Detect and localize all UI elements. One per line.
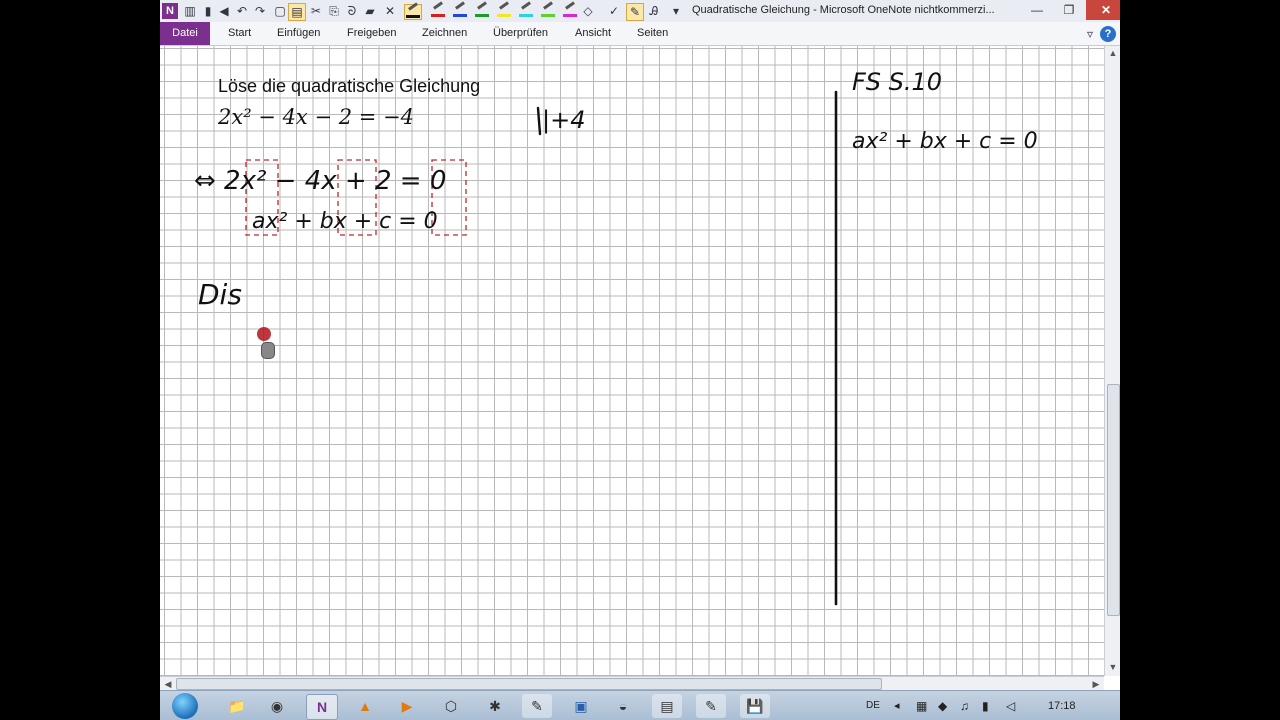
dock-icon[interactable]: ▮ bbox=[200, 3, 216, 19]
help-icon[interactable]: ? bbox=[1100, 26, 1116, 42]
eraser-icon[interactable]: ▰ bbox=[362, 3, 378, 19]
app-icon-1[interactable]: ⬡ bbox=[436, 694, 466, 718]
tab-datei[interactable]: Datei bbox=[160, 22, 210, 45]
onenote-taskbar-icon[interactable]: N bbox=[306, 694, 338, 720]
undo-icon[interactable]: ↶ bbox=[234, 3, 250, 19]
app-icon-5[interactable]: ◒ bbox=[608, 694, 638, 718]
vertical-scroll-thumb[interactable] bbox=[1107, 384, 1120, 616]
pen-cursor-icon bbox=[257, 327, 271, 341]
taskbar-clock[interactable]: 17:18 bbox=[1048, 691, 1076, 720]
quick-access-toolbar: N ▥ ▮ ◀ ↶ ↷ ▢ ▤ ✂ ⎘ ᘐ ▰ ✕ ◇ ✓ ✎ Ꭿ ▾ Quad… bbox=[160, 0, 1120, 23]
tray-speaker-icon[interactable]: ◁ bbox=[1006, 691, 1015, 720]
scroll-down-icon[interactable]: ▼ bbox=[1105, 660, 1120, 674]
cut-icon[interactable]: ✂ bbox=[308, 3, 324, 19]
tray-power-icon[interactable]: ▮ bbox=[982, 691, 989, 720]
note-page-canvas[interactable]: Löse die quadratische Gleichung 2x² − 4x… bbox=[160, 46, 1104, 676]
lasso-icon[interactable]: ᘐ bbox=[344, 3, 360, 19]
ink-vertical-bar bbox=[536, 106, 542, 136]
ink-discriminant-start: Dis bbox=[198, 278, 242, 311]
media-player-icon[interactable]: ▶ bbox=[392, 694, 422, 718]
app-icon-4[interactable]: ▣ bbox=[566, 694, 596, 718]
tab-freigeben[interactable]: Freigeben bbox=[347, 22, 397, 45]
close-button[interactable]: ✕ bbox=[1086, 0, 1120, 20]
tab-zeichnen[interactable]: Zeichnen bbox=[422, 22, 467, 45]
highlighter-green-icon[interactable] bbox=[540, 1, 556, 18]
ribbon-tabs: Datei Start Einfügen Freigeben Zeichnen … bbox=[160, 22, 1120, 46]
app-icon-3[interactable]: ✎ bbox=[522, 694, 552, 718]
vlc-icon[interactable]: ▲ bbox=[350, 694, 380, 718]
pen-eraser-icon bbox=[261, 342, 275, 359]
app-icon-6[interactable]: ▤ bbox=[652, 694, 682, 718]
tray-network-icon[interactable]: ▦ bbox=[916, 691, 927, 720]
highlighter-magenta-icon[interactable] bbox=[562, 1, 578, 18]
full-page-view-icon[interactable]: ▤ bbox=[288, 3, 306, 21]
ink-operation: |+4 bbox=[542, 106, 585, 134]
pen-blue-icon[interactable] bbox=[452, 1, 468, 18]
ink-tool-icon[interactable]: ✎ bbox=[626, 3, 644, 21]
tab-einfuegen[interactable]: Einfügen bbox=[277, 22, 320, 45]
redo-icon[interactable]: ↷ bbox=[252, 3, 268, 19]
minimize-button[interactable]: — bbox=[1022, 0, 1052, 20]
language-indicator[interactable]: DE bbox=[866, 691, 880, 720]
explorer-icon[interactable]: 📁 bbox=[222, 694, 252, 718]
horizontal-scroll-thumb[interactable] bbox=[176, 678, 882, 690]
ink-equation-line2: ax² + bx + c = 0 bbox=[252, 209, 438, 234]
ink-equation-line1: ⇔ 2x² − 4x + 2 = 0 bbox=[194, 166, 446, 196]
scroll-right-icon[interactable]: ▶ bbox=[1088, 677, 1104, 691]
app-icon-2[interactable]: ✱ bbox=[480, 694, 510, 718]
horizontal-scrollbar[interactable]: ◀ ▶ bbox=[160, 676, 1104, 691]
start-button-icon[interactable] bbox=[172, 693, 198, 719]
app-icon-7[interactable]: ✎ bbox=[696, 694, 726, 718]
firefox-icon[interactable]: ◉ bbox=[262, 694, 292, 718]
window-title: Quadratische Gleichung - Microsoft OneNo… bbox=[692, 4, 995, 16]
ink-reference: FS S.10 bbox=[852, 68, 942, 96]
tab-ueberpruefen[interactable]: Überprüfen bbox=[493, 22, 548, 45]
ink-layer[interactable]: |+4 ⇔ 2x² − 4x + 2 = 0 ax² + bx + c = 0 … bbox=[160, 46, 1104, 676]
pen-red-icon[interactable] bbox=[430, 1, 446, 18]
checkmark-icon[interactable]: ✓ bbox=[606, 3, 622, 19]
tab-start[interactable]: Start bbox=[228, 22, 251, 45]
save-taskbar-icon[interactable]: 💾 bbox=[740, 694, 770, 718]
scroll-left-icon[interactable]: ◀ bbox=[160, 677, 176, 691]
windows-taskbar: 📁 ◉ N ▲ ▶ ⬡ ✱ ✎ ▣ ◒ ▤ ✎ 💾 DE ◂ ▦ ◆ ♫ ▮ ◁… bbox=[160, 690, 1120, 720]
tray-arrow-icon[interactable]: ◂ bbox=[894, 691, 900, 720]
highlighter-yellow-icon[interactable] bbox=[496, 1, 512, 18]
tray-security-icon[interactable]: ◆ bbox=[938, 691, 947, 720]
copy-icon[interactable]: ⎘ bbox=[326, 3, 342, 19]
maximize-button[interactable]: ❐ bbox=[1054, 0, 1084, 20]
ink-to-text-icon[interactable]: Ꭿ bbox=[646, 3, 662, 19]
shapes-icon[interactable]: ◇ bbox=[580, 3, 596, 19]
delete-icon[interactable]: ✕ bbox=[382, 3, 398, 19]
highlighter-cyan-icon[interactable] bbox=[518, 1, 534, 18]
ribbon-collapse-icon[interactable]: ▿ bbox=[1082, 26, 1098, 42]
tray-volume-icon[interactable]: ♫ bbox=[960, 691, 969, 720]
onenote-window: N ▥ ▮ ◀ ↶ ↷ ▢ ▤ ✂ ⎘ ᘐ ▰ ✕ ◇ ✓ ✎ Ꭿ ▾ Quad… bbox=[160, 0, 1120, 720]
ink-general-form: ax² + bx + c = 0 bbox=[852, 129, 1038, 154]
customize-toolbar-icon[interactable]: ▾ bbox=[668, 3, 684, 19]
tab-seiten[interactable]: Seiten bbox=[637, 22, 668, 45]
back-icon[interactable]: ◀ bbox=[216, 3, 232, 19]
tab-ansicht[interactable]: Ansicht bbox=[575, 22, 611, 45]
pen-black-icon[interactable] bbox=[404, 2, 422, 20]
scroll-up-icon[interactable]: ▲ bbox=[1105, 46, 1120, 60]
notebook-icon[interactable]: ▥ bbox=[182, 3, 198, 19]
print-preview-icon[interactable]: ▢ bbox=[272, 3, 288, 19]
onenote-logo-icon[interactable]: N bbox=[162, 3, 178, 19]
pen-green-icon[interactable] bbox=[474, 1, 490, 18]
vertical-scrollbar[interactable]: ▲ ▼ bbox=[1104, 46, 1120, 676]
